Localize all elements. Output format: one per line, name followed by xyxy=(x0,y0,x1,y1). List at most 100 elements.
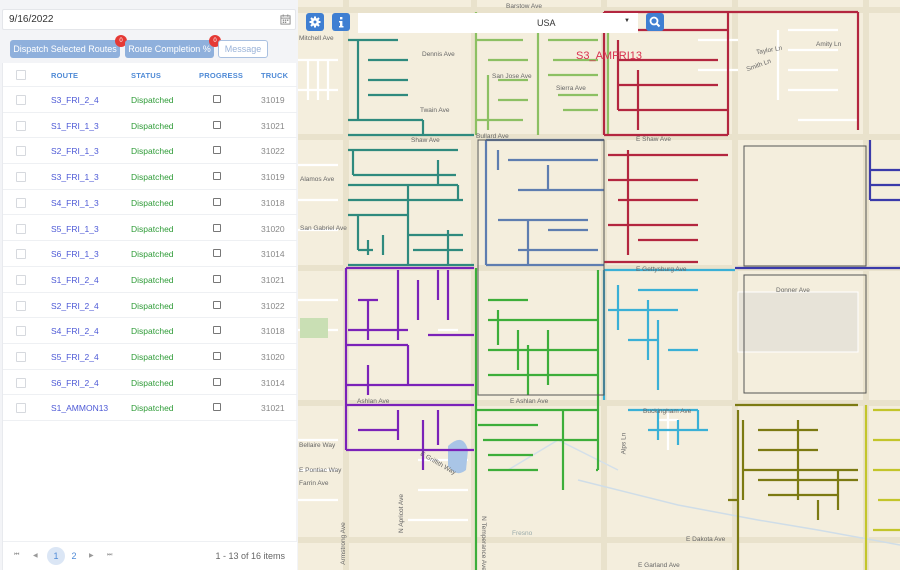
route-link[interactable]: S4_FRI_1_3 xyxy=(51,198,99,208)
progress-checkbox[interactable] xyxy=(213,274,221,283)
street-label: Barstow Ave xyxy=(506,3,543,10)
row-select-checkbox[interactable] xyxy=(16,377,26,388)
route-line-s5[interactable] xyxy=(344,266,474,470)
country-select[interactable]: USA ▼ xyxy=(530,13,638,33)
info-button[interactable] xyxy=(332,13,350,31)
row-select-checkbox[interactable] xyxy=(16,403,26,414)
progress-checkbox[interactable] xyxy=(213,403,221,412)
table-row[interactable]: S5_FRI_2_4 Dispatched 31020 xyxy=(3,344,297,370)
row-select-checkbox[interactable] xyxy=(16,95,26,105)
progress-checkbox[interactable] xyxy=(213,146,221,155)
page-2-button[interactable]: 2 xyxy=(65,547,83,565)
route-line-s7[interactable] xyxy=(602,268,735,445)
row-select-checkbox[interactable] xyxy=(16,172,26,183)
progress-checkbox[interactable] xyxy=(213,377,221,386)
row-select-checkbox[interactable] xyxy=(16,249,26,260)
date-value[interactable]: 9/16/2022 xyxy=(9,14,54,25)
select-all-checkbox[interactable] xyxy=(16,70,26,80)
route-lines[interactable] xyxy=(344,10,900,570)
table-row[interactable]: S6_FRI_2_4 Dispatched 31014 xyxy=(3,370,297,396)
row-select-checkbox[interactable] xyxy=(16,223,26,234)
street-label: Armstrong Ave xyxy=(339,522,347,565)
row-select-checkbox[interactable] xyxy=(16,326,26,337)
route-line-s10[interactable] xyxy=(735,140,900,270)
first-page-icon[interactable]: ⏮ xyxy=(14,552,19,559)
previous-page-icon[interactable]: ◀ xyxy=(33,552,38,559)
progress-checkbox[interactable] xyxy=(213,223,221,232)
route-link[interactable]: S5_FRI_1_3 xyxy=(51,224,99,234)
truck-number: 31022 xyxy=(261,146,285,157)
last-page-icon[interactable]: ⏭ xyxy=(107,552,112,559)
next-page-icon[interactable]: ▶ xyxy=(89,552,94,559)
progress-checkbox[interactable] xyxy=(213,249,221,258)
table-row[interactable]: S2_FRI_2_4 Dispatched 31022 xyxy=(3,293,297,319)
search-icon xyxy=(649,16,661,28)
street-label: E Pontiac Way xyxy=(299,467,342,474)
route-status: Dispatched xyxy=(131,326,174,337)
page-1-button[interactable]: 1 xyxy=(47,547,65,565)
route-link[interactable]: S1_AMMON13 xyxy=(51,403,108,413)
route-link[interactable]: S1_FRI_2_4 xyxy=(51,275,99,285)
message-button[interactable]: Message xyxy=(218,40,268,58)
progress-checkbox[interactable] xyxy=(213,197,221,206)
table-row[interactable]: S4_FRI_1_3 Dispatched 31018 xyxy=(3,190,297,216)
route-link[interactable]: S5_FRI_2_4 xyxy=(51,352,99,362)
route-link[interactable]: S4_FRI_2_4 xyxy=(51,326,99,336)
table-row[interactable]: S1_FRI_1_3 Dispatched 31021 xyxy=(3,113,297,139)
progress-checkbox[interactable] xyxy=(213,352,221,360)
route-line-s9[interactable] xyxy=(864,405,900,570)
progress-checkbox[interactable] xyxy=(213,120,221,129)
route-link[interactable]: S2_FRI_2_4 xyxy=(51,301,99,311)
table-row[interactable]: S5_FRI_1_3 Dispatched 31020 xyxy=(3,216,297,242)
column-header-route[interactable]: ROUTE xyxy=(51,71,78,80)
grid-toolbar: Dispatch Selected Routes 0 Route Complet… xyxy=(2,35,296,63)
route-link[interactable]: S1_FRI_1_3 xyxy=(51,121,99,131)
table-row[interactable]: S6_FRI_1_3 Dispatched 31014 xyxy=(3,241,297,267)
column-header-status[interactable]: STATUS xyxy=(131,71,161,80)
route-map[interactable]: USA ▼ S3_AMFRI13 Barstow Ave Mitchell Av… xyxy=(298,0,900,570)
route-line-s8[interactable] xyxy=(728,403,858,570)
route-line-s1[interactable] xyxy=(348,38,474,267)
date-picker[interactable]: 9/16/2022 xyxy=(2,9,296,30)
progress-checkbox[interactable] xyxy=(213,95,221,103)
column-header-progress[interactable]: PROGRESS xyxy=(199,71,243,80)
route-link[interactable]: S6_FRI_2_4 xyxy=(51,378,99,388)
address-search-input[interactable] xyxy=(358,13,530,33)
country-value: USA xyxy=(537,18,556,28)
route-line-s4[interactable] xyxy=(484,138,604,267)
chevron-down-icon: ▼ xyxy=(624,18,630,24)
table-row[interactable]: S1_FRI_2_4 Dispatched 31021 xyxy=(3,267,297,293)
dispatch-selected-routes-button[interactable]: Dispatch Selected Routes xyxy=(10,40,120,58)
truck-number: 31014 xyxy=(261,377,285,388)
row-select-checkbox[interactable] xyxy=(16,352,26,362)
column-header-truck[interactable]: TRUCK xyxy=(261,71,288,80)
calendar-icon[interactable] xyxy=(280,14,291,25)
progress-checkbox[interactable] xyxy=(213,300,221,309)
route-link[interactable]: S3_FRI_1_3 xyxy=(51,172,99,182)
search-button[interactable] xyxy=(646,13,664,31)
map-canvas[interactable] xyxy=(298,0,900,570)
settings-button[interactable] xyxy=(306,13,324,31)
route-link[interactable]: S3_FRI_2_4 xyxy=(51,95,99,105)
row-select-checkbox[interactable] xyxy=(16,274,26,285)
table-row[interactable]: S3_FRI_2_4 Dispatched 31019 xyxy=(3,87,297,113)
table-row[interactable]: S2_FRI_1_3 Dispatched 31022 xyxy=(3,138,297,165)
route-completion-button[interactable]: Route Completion % xyxy=(125,40,214,58)
progress-checkbox[interactable] xyxy=(213,326,221,335)
campus-area xyxy=(737,291,859,353)
truck-number: 31020 xyxy=(261,352,285,362)
row-select-checkbox[interactable] xyxy=(16,120,26,131)
table-row[interactable]: S4_FRI_2_4 Dispatched 31018 xyxy=(3,318,297,344)
row-select-checkbox[interactable] xyxy=(16,197,26,208)
row-select-checkbox[interactable] xyxy=(16,146,26,157)
street-label: Dennis Ave xyxy=(422,51,455,58)
route-link[interactable]: S2_FRI_1_3 xyxy=(51,146,99,156)
route-line-s6[interactable] xyxy=(474,268,600,570)
row-select-checkbox[interactable] xyxy=(16,300,26,311)
grid-header: ROUTE STATUS PROGRESS TRUCK xyxy=(3,63,297,87)
table-row[interactable]: S3_FRI_1_3 Dispatched 31019 xyxy=(3,164,297,190)
street-label: Twain Ave xyxy=(420,107,450,114)
route-link[interactable]: S6_FRI_1_3 xyxy=(51,249,99,259)
table-row[interactable]: S1_AMMON13 Dispatched 31021 xyxy=(3,395,297,422)
progress-checkbox[interactable] xyxy=(213,172,221,181)
